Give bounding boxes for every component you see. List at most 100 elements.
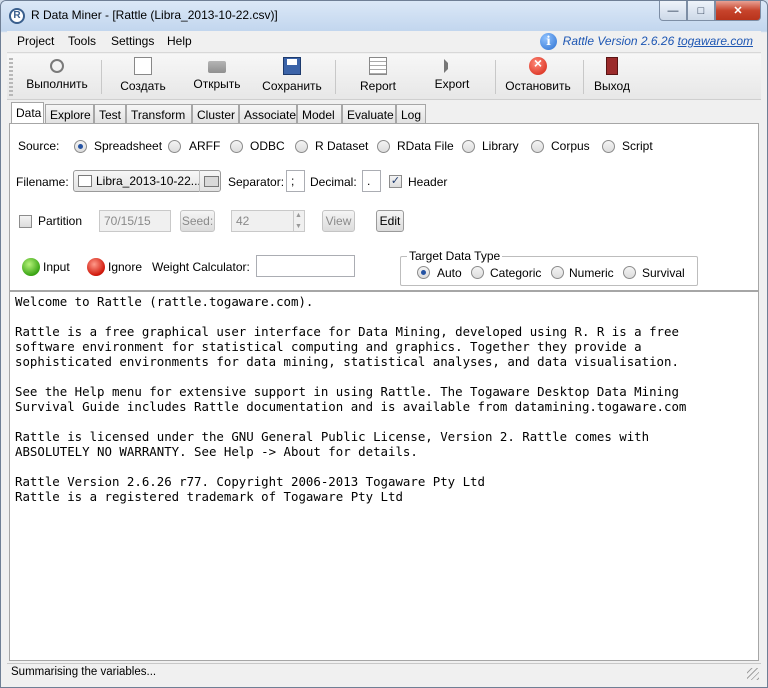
resize-grip-icon[interactable] (747, 668, 759, 680)
target-survival-radio[interactable] (623, 266, 636, 279)
source-arff-radio[interactable] (168, 140, 181, 153)
exit-icon (606, 57, 618, 75)
weight-calculator-input[interactable] (256, 255, 355, 277)
version-text: Rattle Version 2.6.26 (562, 34, 678, 48)
source-spreadsheet-radio[interactable] (74, 140, 87, 153)
open-button[interactable]: Открыть (183, 57, 251, 97)
source-odbc-radio[interactable] (230, 140, 243, 153)
menu-tools[interactable]: Tools (68, 34, 96, 48)
input-label[interactable]: Input (43, 260, 70, 274)
stop-icon (529, 55, 547, 75)
new-label: Создать (120, 79, 166, 93)
decimal-input[interactable]: . (362, 170, 381, 192)
toolbar-grip[interactable] (9, 58, 13, 96)
target-survival-label[interactable]: Survival (642, 266, 685, 280)
text-line: ABSOLUTELY NO WARRANTY. See Help -> Abou… (15, 444, 418, 459)
source-label: Source: (18, 139, 60, 153)
minimize-button[interactable]: — (659, 1, 687, 21)
text-line: Survival Guide includes Rattle documenta… (15, 399, 687, 414)
new-button[interactable]: Создать (111, 57, 175, 97)
tab-explore[interactable]: Explore (45, 104, 94, 124)
partition-label[interactable]: Partition (38, 214, 82, 228)
status-text: Summarising the variables... (11, 666, 157, 678)
menu-bar: Project Tools Settings Help i Rattle Ver… (7, 31, 761, 53)
file-icon (78, 175, 92, 187)
title-bar[interactable]: R R Data Miner - [Rattle (Libra_2013-10-… (1, 1, 767, 31)
text-line (15, 459, 758, 474)
source-arff-label[interactable]: ARFF (189, 139, 220, 153)
tab-data[interactable]: Data (11, 102, 44, 124)
source-rdataset-label[interactable]: R Dataset (315, 139, 368, 153)
text-line (15, 414, 758, 429)
source-spreadsheet-label[interactable]: Spreadsheet (94, 139, 162, 153)
tab-associate[interactable]: Associate (239, 104, 297, 124)
report-icon (369, 57, 387, 75)
header-label[interactable]: Header (408, 175, 447, 189)
tab-transform[interactable]: Transform (126, 104, 192, 124)
folder-icon[interactable] (199, 170, 221, 192)
tab-log[interactable]: Log (396, 104, 426, 124)
tab-evaluate[interactable]: Evaluate (342, 104, 396, 124)
exit-button[interactable]: Выход (587, 57, 637, 97)
text-line: See the Help menu for extensive support … (15, 384, 679, 399)
source-rdataset-radio[interactable] (295, 140, 308, 153)
save-button[interactable]: Сохранить (257, 57, 327, 97)
spin-up-icon[interactable]: ▲ (294, 210, 303, 221)
export-icon (444, 59, 460, 73)
target-data-type-group: Target Data Type Auto Categoric Numeric … (400, 249, 698, 286)
source-corpus-label[interactable]: Corpus (551, 139, 590, 153)
ignore-label[interactable]: Ignore (108, 260, 142, 274)
seed-button[interactable]: Seed: (180, 210, 215, 232)
tab-test[interactable]: Test (94, 104, 126, 124)
target-numeric-radio[interactable] (551, 266, 564, 279)
target-auto-label[interactable]: Auto (437, 266, 462, 280)
source-script-radio[interactable] (602, 140, 615, 153)
output-textview[interactable]: Welcome to Rattle (rattle.togaware.com).… (9, 291, 759, 661)
save-icon (283, 57, 301, 75)
text-line: sophisticated environments for data mini… (15, 354, 679, 369)
source-library-radio[interactable] (462, 140, 475, 153)
seed-spinner[interactable]: ▲ ▼ (293, 210, 303, 232)
maximize-button[interactable]: □ (687, 1, 715, 21)
source-library-label[interactable]: Library (482, 139, 519, 153)
target-numeric-label[interactable]: Numeric (569, 266, 614, 280)
source-odbc-label[interactable]: ODBC (250, 139, 285, 153)
tab-cluster[interactable]: Cluster (192, 104, 239, 124)
menu-settings[interactable]: Settings (111, 34, 154, 48)
separator-input[interactable]: ; (286, 170, 305, 192)
ignore-red-icon[interactable] (87, 258, 105, 276)
menu-help[interactable]: Help (167, 34, 192, 48)
source-rdatafile-label[interactable]: RData File (397, 139, 454, 153)
gear-icon (50, 59, 64, 73)
partition-checkbox[interactable] (19, 215, 32, 228)
text-line: Welcome to Rattle (rattle.togaware.com). (15, 294, 314, 309)
view-button[interactable]: View (322, 210, 355, 232)
menu-project[interactable]: Project (17, 34, 54, 48)
tab-model[interactable]: Model (297, 104, 342, 124)
source-rdatafile-radio[interactable] (377, 140, 390, 153)
spin-down-icon[interactable]: ▼ (294, 221, 303, 232)
open-label: Открыть (193, 77, 241, 91)
version-label: Rattle Version 2.6.26 togaware.com (563, 34, 753, 48)
toolbar-separator (583, 60, 584, 94)
edit-button[interactable]: Edit (376, 210, 404, 232)
report-button[interactable]: Report (345, 57, 411, 97)
source-script-label[interactable]: Script (622, 139, 653, 153)
input-green-icon[interactable] (22, 258, 40, 276)
execute-button[interactable]: Выполнить (21, 57, 93, 97)
weight-calculator-label: Weight Calculator: (152, 260, 250, 274)
target-categoric-radio[interactable] (471, 266, 484, 279)
export-button[interactable]: Export (419, 57, 485, 97)
target-categoric-label[interactable]: Categoric (490, 266, 541, 280)
toolbar-separator (101, 60, 102, 94)
text-line (15, 309, 758, 324)
header-checkbox[interactable]: ✓ (389, 175, 402, 188)
close-button[interactable]: ✕ (715, 1, 761, 21)
separator-label: Separator: (228, 175, 285, 189)
target-auto-radio[interactable] (417, 266, 430, 279)
partition-input[interactable]: 70/15/15 (99, 210, 171, 232)
stop-button[interactable]: Остановить (501, 55, 575, 97)
source-corpus-radio[interactable] (531, 140, 544, 153)
togaware-link[interactable]: togaware.com (678, 34, 753, 48)
text-line: software environment for statistical com… (15, 339, 642, 354)
